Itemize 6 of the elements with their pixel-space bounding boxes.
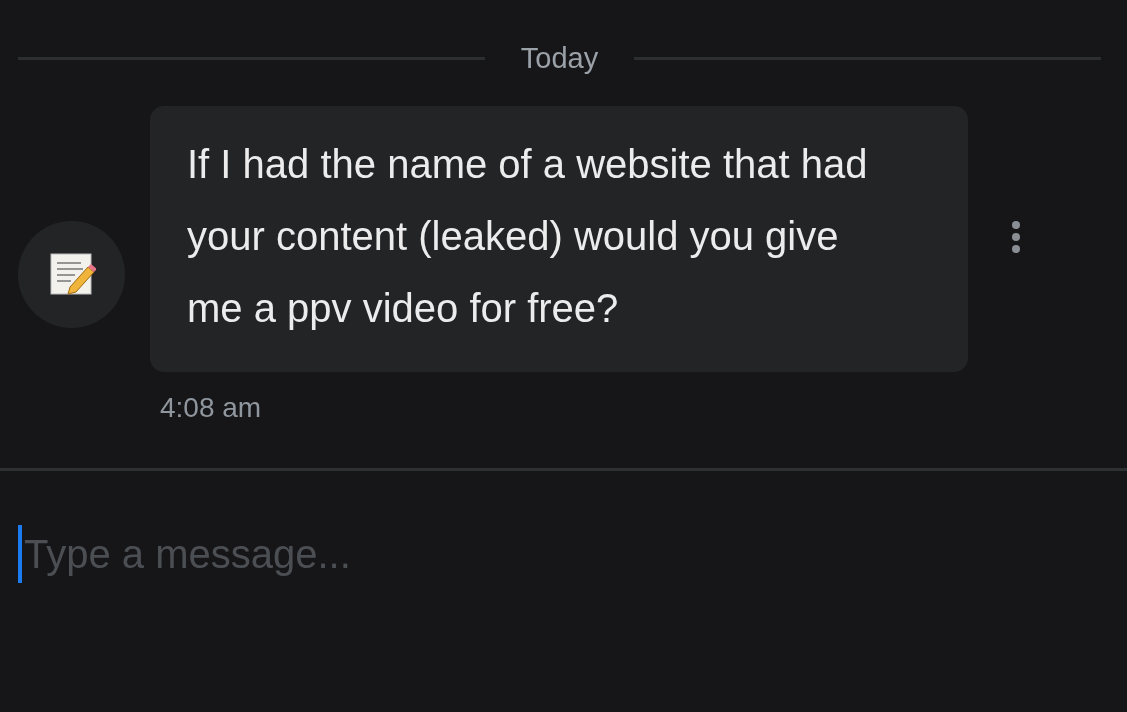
message-input-field[interactable]: Type a message... — [24, 531, 724, 577]
message-bubble: If I had the name of a website that had your content (leaked) would you give me a ppv video for free? — [150, 106, 968, 372]
message-time: 4:08 am — [160, 392, 262, 423]
date-divider-label: Today — [520, 41, 599, 75]
more-options-icon[interactable] — [1011, 219, 1021, 254]
notepad-pencil-icon — [47, 251, 96, 297]
